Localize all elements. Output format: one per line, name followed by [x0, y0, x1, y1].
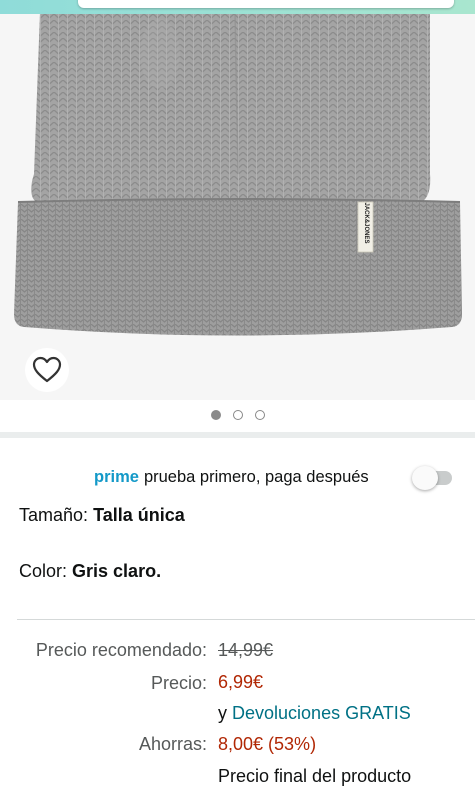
- size-label: Tamaño:: [19, 505, 89, 525]
- recommended-price-value: 14,99€: [218, 640, 274, 660]
- prime-text: prime prueba primero, paga después: [94, 468, 369, 487]
- pagination-dot-2[interactable]: [232, 410, 243, 420]
- savings-value: 8,00€ (53%): [218, 734, 317, 754]
- price-label: Precio:: [150, 673, 207, 693]
- gallery-pagination: [0, 404, 475, 426]
- size-attribute: Tamaño: Talla única: [19, 505, 185, 526]
- search-box[interactable]: [78, 0, 454, 8]
- favorite-button[interactable]: [25, 348, 69, 392]
- price-value: 6,99€: [218, 672, 264, 692]
- pagination-dot-3[interactable]: [254, 410, 265, 420]
- product-image-gallery[interactable]: JACK&JONES: [0, 14, 475, 400]
- savings-label: Ahorras:: [138, 734, 207, 754]
- free-returns-link[interactable]: Devoluciones GRATIS: [232, 703, 411, 723]
- prime-toggle[interactable]: [410, 466, 456, 490]
- color-label: Color:: [19, 561, 68, 581]
- section-divider: [0, 432, 475, 438]
- color-attribute: Color: Gris claro.: [19, 561, 161, 582]
- prime-tagline: prueba primero, paga después: [143, 468, 369, 486]
- recommended-price-label: Precio recomendado:: [35, 640, 207, 660]
- top-header-bar: [0, 0, 475, 14]
- brand-label-text: JACK&JONES: [363, 202, 369, 244]
- size-value: Talla única: [93, 505, 185, 525]
- toggle-knob: [412, 466, 438, 490]
- prime-try-before-you-buy: prime prueba primero, paga después: [0, 458, 475, 498]
- product-image-beanie: [14, 14, 462, 336]
- heart-outline-icon: [32, 356, 62, 383]
- color-value: Gris claro.: [72, 561, 162, 581]
- pagination-dot-1[interactable]: [210, 410, 221, 420]
- final-price-note: Precio final del producto: [218, 766, 412, 786]
- free-returns: y Devoluciones GRATIS: [218, 703, 411, 724]
- prime-logo: prime: [94, 468, 139, 486]
- divider: [17, 619, 475, 620]
- returns-prefix: y: [218, 703, 227, 723]
